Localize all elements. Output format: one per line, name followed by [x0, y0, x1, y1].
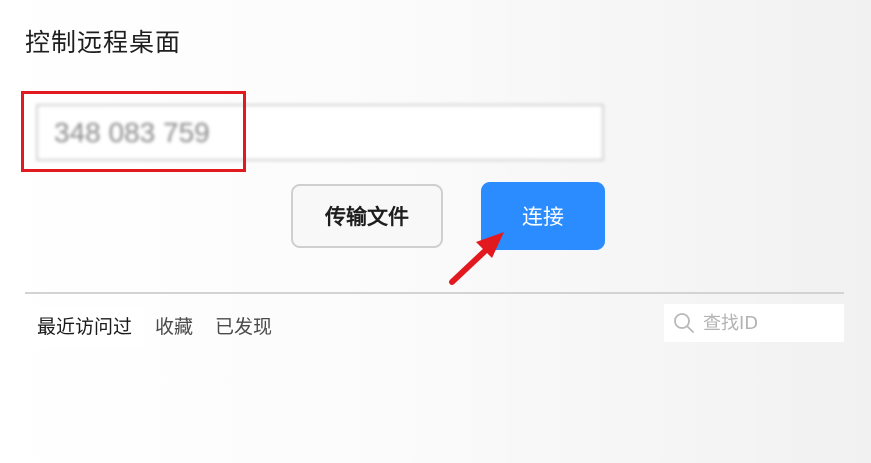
tab-discovered[interactable]: 已发现 — [204, 306, 283, 348]
connect-button[interactable]: 连接 — [481, 182, 605, 250]
transfer-file-button[interactable]: 传输文件 — [291, 184, 443, 248]
remote-id-input[interactable] — [36, 104, 604, 161]
search-box[interactable] — [664, 304, 844, 342]
search-icon — [673, 312, 695, 334]
divider — [25, 292, 844, 294]
tab-favorites[interactable]: 收藏 — [144, 306, 204, 348]
page-title: 控制远程桌面 — [25, 28, 182, 57]
search-input[interactable] — [701, 311, 835, 335]
peer-list-tabs: 最近访问过 收藏 已发现 — [25, 306, 283, 348]
tab-recent[interactable]: 最近访问过 — [25, 306, 145, 348]
